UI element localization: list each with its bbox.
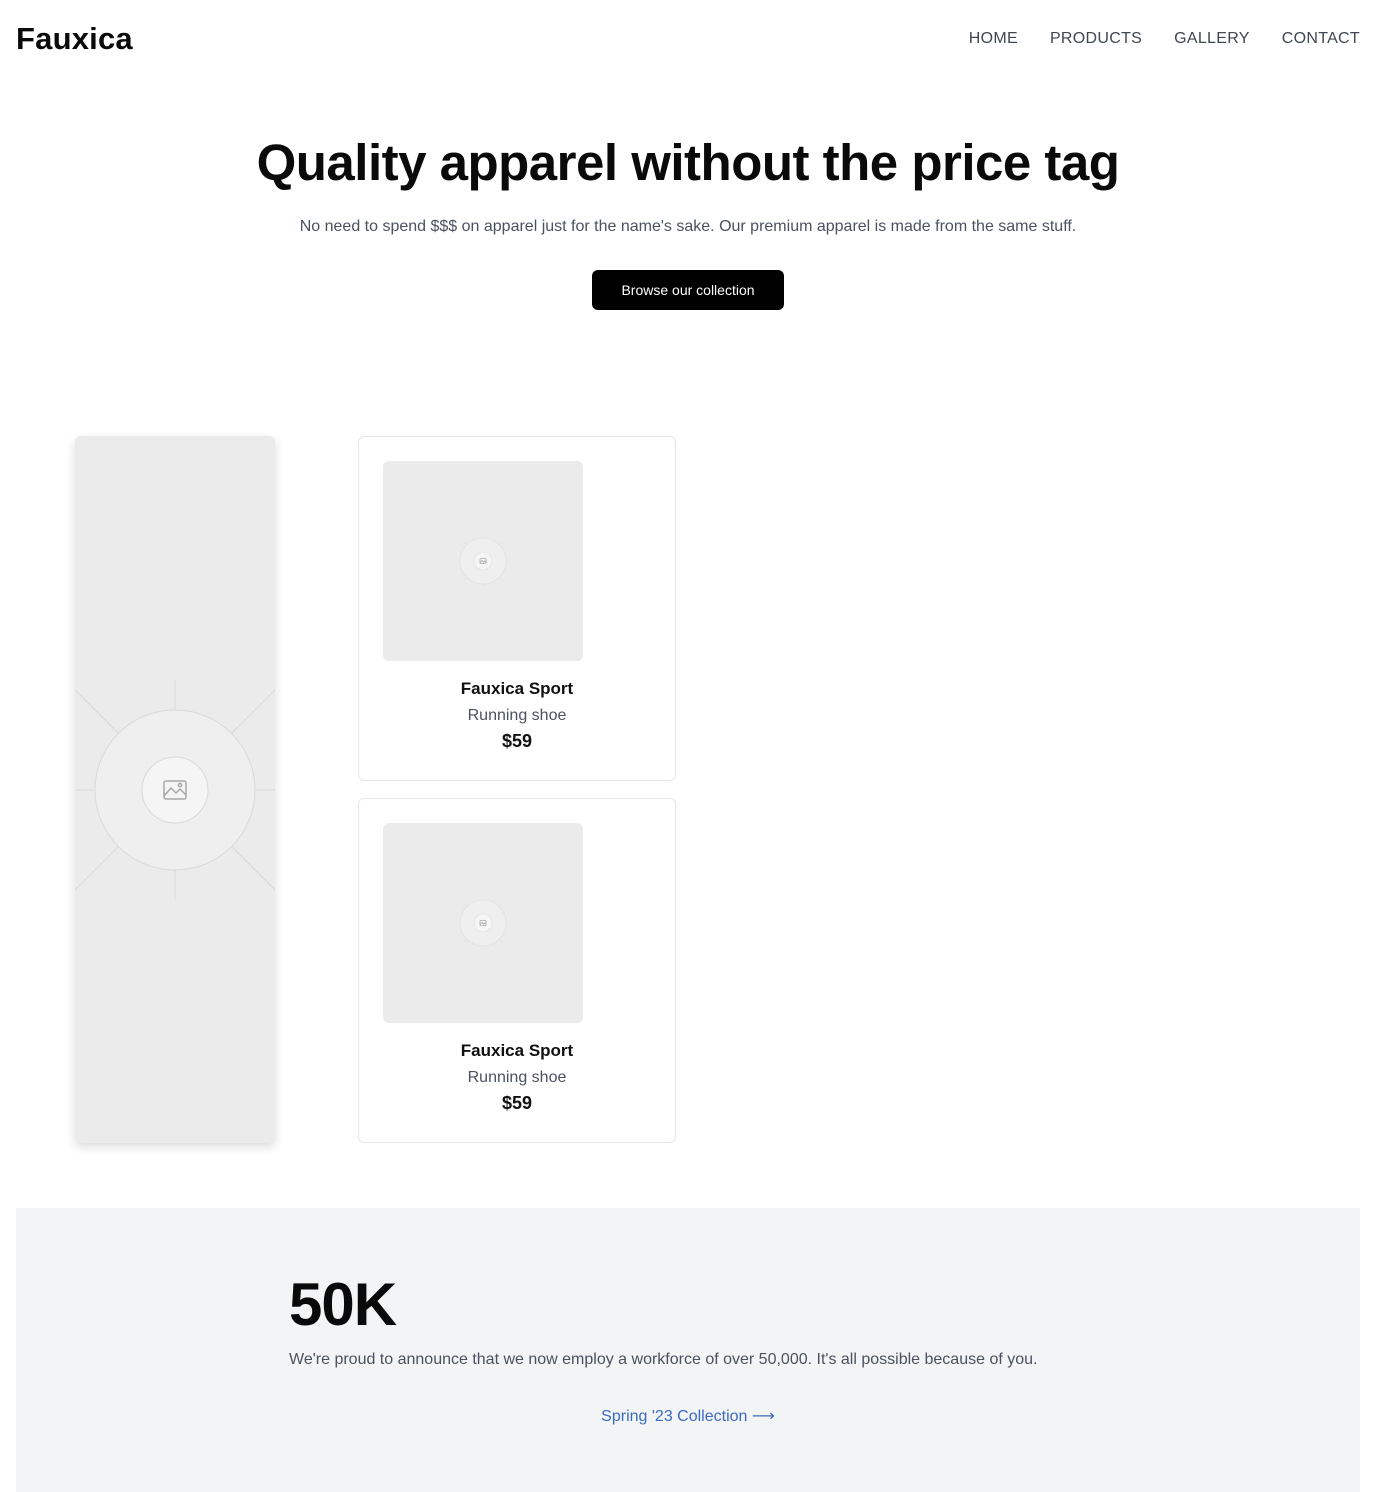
- product-name: Fauxica Sport: [460, 1041, 574, 1060]
- image-placeholder-icon: [458, 898, 508, 948]
- nav-gallery-link[interactable]: GALLERY: [1174, 30, 1250, 48]
- image-placeholder-icon: [75, 680, 275, 900]
- product-price: $59: [501, 1093, 533, 1113]
- product-type: Running shoe: [467, 1069, 567, 1086]
- product-name: Fauxica Sport: [460, 679, 574, 698]
- spring-collection-link[interactable]: Spring '23 Collection ⟶: [16, 1406, 1360, 1426]
- hero-section: Quality apparel without the price tag No…: [0, 132, 1376, 310]
- product-type: Running shoe: [467, 707, 567, 724]
- hero-subtitle: No need to spend $$$ on apparel just for…: [299, 218, 1077, 235]
- banner-image: [75, 436, 275, 1143]
- product-price: $59: [501, 731, 533, 751]
- browse-collection-button[interactable]: Browse our collection: [592, 270, 784, 310]
- nav-home-link[interactable]: HOME: [969, 30, 1018, 48]
- image-placeholder-icon: [458, 536, 508, 586]
- stat-value: 50K: [289, 1271, 397, 1338]
- logo[interactable]: Fauxica: [16, 21, 133, 57]
- product-card[interactable]: Fauxica Sport Running shoe $59: [358, 798, 676, 1143]
- product-image: [383, 461, 583, 661]
- hero-title: Quality apparel without the price tag: [256, 134, 1120, 191]
- site-header: Fauxica HOME PRODUCTS GALLERY CONTACT: [16, 0, 1360, 78]
- product-card[interactable]: Fauxica Sport Running shoe $59: [358, 436, 676, 781]
- main-nav: HOME PRODUCTS GALLERY CONTACT: [969, 30, 1360, 48]
- stat-description: We're proud to announce that we now empl…: [289, 1351, 1038, 1368]
- stats-section: 50K We're proud to announce that we now …: [16, 1208, 1360, 1492]
- product-image: [383, 823, 583, 1023]
- nav-products-link[interactable]: PRODUCTS: [1050, 30, 1142, 48]
- nav-contact-link[interactable]: CONTACT: [1282, 30, 1360, 48]
